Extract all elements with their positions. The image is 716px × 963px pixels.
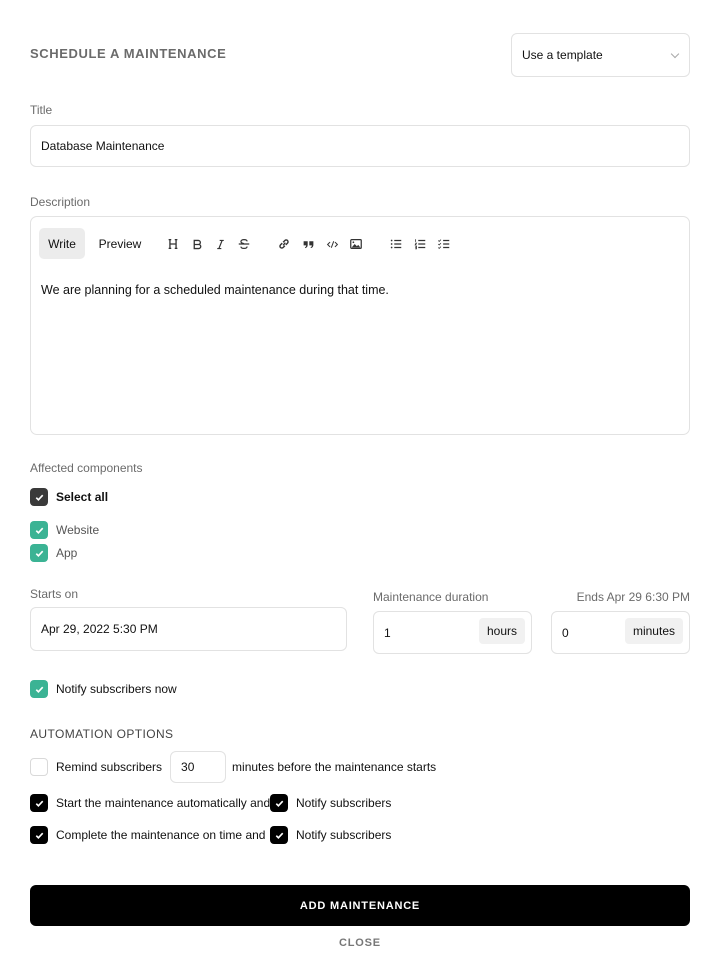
start-auto-row[interactable]: Start the maintenance automatically and [30, 794, 270, 812]
start-notify-checkbox[interactable] [270, 794, 288, 812]
quote-icon[interactable] [300, 236, 316, 252]
duration-label: Maintenance duration [373, 590, 489, 604]
unordered-list-icon[interactable] [388, 236, 404, 252]
complete-notify-label: Notify subscribers [296, 828, 392, 842]
website-label: Website [56, 523, 100, 537]
close-button[interactable]: CLOSE [330, 937, 390, 949]
check-icon [35, 686, 43, 693]
select-all-row[interactable]: Select all [30, 488, 108, 506]
remind-label-after: minutes before the maintenance starts [232, 760, 437, 774]
task-list-icon[interactable] [436, 236, 452, 252]
minutes-value: 0 [562, 625, 569, 640]
website-checkbox[interactable] [30, 521, 48, 539]
start-auto-label: Start the maintenance automatically and [56, 796, 271, 810]
check-icon [35, 800, 43, 807]
check-icon [35, 550, 43, 557]
complete-auto-checkbox[interactable] [30, 826, 48, 844]
complete-notify-row[interactable]: Notify subscribers [270, 826, 391, 844]
title-input[interactable]: Database Maintenance [30, 125, 690, 167]
hours-value: 1 [384, 625, 391, 640]
components-label: Affected components [30, 461, 143, 475]
app-label: App [56, 546, 78, 560]
code-icon[interactable] [324, 236, 340, 252]
heading-icon[interactable] [165, 236, 181, 252]
check-icon [275, 800, 283, 807]
minutes-input[interactable]: 0 minutes [551, 611, 690, 654]
tab-preview[interactable]: Preview [93, 228, 147, 259]
bold-icon[interactable] [189, 236, 205, 252]
starts-on-label: Starts on [30, 587, 79, 601]
app-checkbox[interactable] [30, 544, 48, 562]
select-all-label: Select all [56, 490, 109, 504]
italic-icon[interactable] [212, 236, 228, 252]
hours-input[interactable]: 1 hours [373, 611, 532, 654]
ordered-list-icon[interactable] [412, 236, 428, 252]
description-label: Description [30, 195, 91, 209]
title-input-value: Database Maintenance [41, 139, 165, 153]
strikethrough-icon[interactable] [236, 236, 252, 252]
notify-now-checkbox[interactable] [30, 680, 48, 698]
template-select[interactable]: Use a template [511, 33, 690, 77]
add-maintenance-button[interactable]: ADD MAINTENANCE [30, 885, 690, 926]
hours-unit: hours [478, 618, 525, 644]
remind-minutes-input[interactable]: 30 [170, 751, 227, 783]
start-auto-checkbox[interactable] [30, 794, 48, 812]
starts-on-value: Apr 29, 2022 5:30 PM [41, 622, 158, 636]
ends-text: Ends Apr 29 6:30 PM [576, 590, 690, 604]
check-icon [35, 527, 43, 534]
template-select-value: Use a template [522, 48, 603, 62]
tab-write[interactable]: Write [39, 228, 85, 259]
complete-auto-label: Complete the maintenance on time and [56, 828, 266, 842]
image-icon[interactable] [348, 236, 364, 252]
check-icon [35, 494, 43, 501]
notify-now-row[interactable]: Notify subscribers now [30, 680, 177, 698]
page-title: SCHEDULE A MAINTENANCE [30, 46, 227, 61]
description-text[interactable]: We are planning for a scheduled maintena… [41, 283, 389, 297]
complete-notify-checkbox[interactable] [270, 826, 288, 844]
select-all-checkbox[interactable] [30, 488, 48, 506]
start-notify-label: Notify subscribers [296, 796, 392, 810]
title-label: Title [30, 103, 53, 117]
complete-auto-row[interactable]: Complete the maintenance on time and [30, 826, 265, 844]
component-app[interactable]: App [30, 544, 77, 562]
link-icon[interactable] [276, 236, 292, 252]
remind-minutes-value: 30 [181, 760, 195, 774]
automation-title: AUTOMATION OPTIONS [30, 727, 174, 741]
check-icon [275, 832, 283, 839]
minutes-unit: minutes [624, 618, 683, 644]
chevron-down-icon [670, 49, 680, 59]
remind-checkbox[interactable] [30, 758, 48, 776]
starts-on-input[interactable]: Apr 29, 2022 5:30 PM [30, 607, 347, 651]
notify-now-label: Notify subscribers now [56, 682, 177, 696]
start-notify-row[interactable]: Notify subscribers [270, 794, 391, 812]
component-website[interactable]: Website [30, 521, 99, 539]
remind-row: Remind subscribers 30 minutes before the… [30, 751, 436, 783]
description-editor[interactable]: Write Preview We are planning for a sche… [30, 216, 690, 435]
remind-label-before: Remind subscribers [56, 760, 163, 774]
check-icon [35, 832, 43, 839]
